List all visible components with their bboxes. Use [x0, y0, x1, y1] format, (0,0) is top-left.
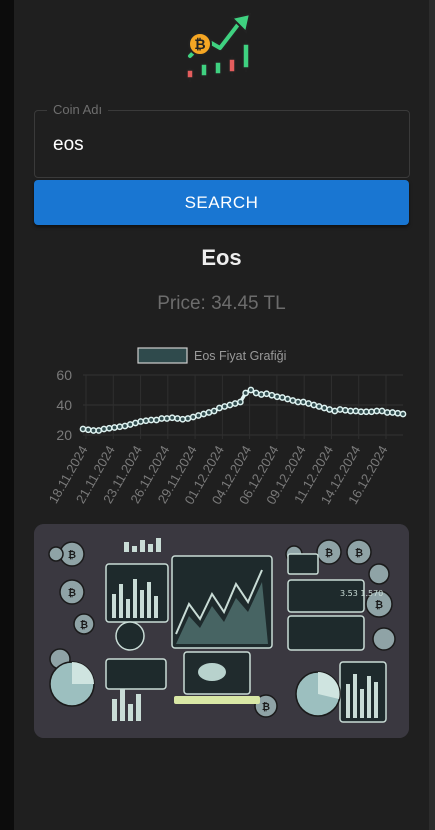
price-point[interactable] — [216, 404, 223, 412]
price-point[interactable] — [263, 390, 270, 398]
price-point[interactable] — [383, 409, 391, 416]
price-point[interactable] — [184, 415, 192, 422]
scrollbar-track[interactable] — [429, 0, 435, 830]
price-point[interactable] — [273, 393, 281, 401]
price-point[interactable] — [189, 413, 197, 421]
price-chart: Eos Fiyat Grafiği 204060 18.11.202421.11… — [46, 347, 407, 507]
price-point[interactable] — [294, 398, 302, 406]
price-point[interactable] — [95, 427, 103, 434]
price-point[interactable] — [132, 419, 139, 427]
price-point[interactable] — [278, 394, 286, 401]
price-point[interactable] — [242, 389, 249, 397]
price-point[interactable] — [357, 408, 365, 416]
svg-text:₿: ₿ — [325, 547, 333, 559]
price-point[interactable] — [268, 391, 276, 399]
price-point[interactable] — [305, 400, 312, 407]
svg-text:₿: ₿ — [194, 37, 205, 53]
price-point[interactable] — [352, 407, 360, 415]
price-point[interactable] — [373, 407, 381, 415]
y-tick-label: 60 — [56, 367, 72, 383]
price-point[interactable] — [226, 401, 234, 409]
search-button[interactable]: SEARCH — [34, 180, 409, 225]
svg-text:₿: ₿ — [68, 587, 76, 599]
price-point[interactable] — [111, 424, 118, 431]
price-point[interactable] — [247, 386, 255, 394]
price-point[interactable] — [347, 407, 354, 415]
price-point[interactable] — [137, 418, 145, 425]
price-point[interactable] — [237, 398, 244, 406]
y-tick-label: 20 — [56, 427, 72, 443]
price-point[interactable] — [299, 398, 307, 406]
price-point[interactable] — [310, 401, 318, 409]
price-point[interactable] — [394, 409, 402, 417]
coin-name-label: Coin Adı — [47, 102, 109, 117]
price-point[interactable] — [284, 395, 291, 403]
price-point[interactable] — [289, 397, 297, 404]
price-point[interactable] — [195, 412, 202, 419]
coin-name-field: Coin Adı — [34, 102, 410, 178]
legend-label: Eos Fiyat Grafiği — [194, 349, 286, 363]
price-point[interactable] — [389, 409, 396, 416]
price-point[interactable] — [331, 407, 339, 415]
price-point[interactable] — [399, 410, 407, 418]
price-point[interactable] — [100, 425, 108, 433]
bitcoin-chart-logo-icon: ₿ — [186, 12, 252, 82]
svg-text:3.53 1.570: 3.53 1.570 — [340, 589, 383, 598]
svg-text:₿: ₿ — [262, 701, 270, 713]
price-point[interactable] — [320, 404, 328, 412]
price-point[interactable] — [200, 410, 208, 418]
price-point[interactable] — [210, 407, 218, 415]
price-point[interactable] — [315, 403, 323, 410]
price-point[interactable] — [121, 422, 129, 430]
price-point[interactable] — [84, 426, 92, 434]
price-point[interactable] — [258, 391, 265, 398]
price-point[interactable] — [221, 403, 228, 410]
price-point[interactable] — [252, 389, 260, 397]
svg-text:₿: ₿ — [375, 599, 383, 611]
price-text: Price: 34.45 TL — [157, 293, 286, 314]
price-point[interactable] — [174, 415, 181, 422]
window-edge — [0, 0, 14, 830]
price-point[interactable] — [147, 416, 155, 424]
price-point[interactable] — [336, 406, 344, 413]
price-point[interactable] — [153, 416, 160, 424]
price-point[interactable] — [378, 407, 386, 415]
legend-swatch[interactable] — [137, 347, 188, 364]
price-point[interactable] — [90, 427, 97, 434]
price-point[interactable] — [341, 406, 349, 414]
y-tick-label: 40 — [56, 397, 72, 413]
price-point[interactable] — [205, 409, 213, 416]
svg-text:₿: ₿ — [68, 549, 76, 561]
price-point[interactable] — [163, 415, 171, 422]
price-point[interactable] — [326, 406, 333, 413]
svg-text:₿: ₿ — [355, 547, 363, 559]
crypto-dashboard-illustration: ₿₿₿ ₿₿₿ ₿₿ 3.53 1.570 — [34, 524, 409, 738]
price-point[interactable] — [142, 417, 150, 425]
price-point[interactable] — [79, 425, 87, 433]
price-point[interactable] — [368, 408, 375, 416]
price-point[interactable] — [126, 421, 134, 428]
price-point[interactable] — [158, 415, 166, 422]
coin-name-input[interactable] — [51, 131, 395, 159]
price-point[interactable] — [116, 423, 124, 431]
price-point[interactable] — [168, 414, 176, 422]
price-point[interactable] — [231, 400, 239, 407]
price-point[interactable] — [362, 408, 370, 416]
price-point[interactable] — [179, 415, 187, 423]
price-point[interactable] — [105, 424, 113, 432]
svg-text:₿: ₿ — [80, 619, 88, 631]
coin-title: Eos — [201, 245, 242, 270]
